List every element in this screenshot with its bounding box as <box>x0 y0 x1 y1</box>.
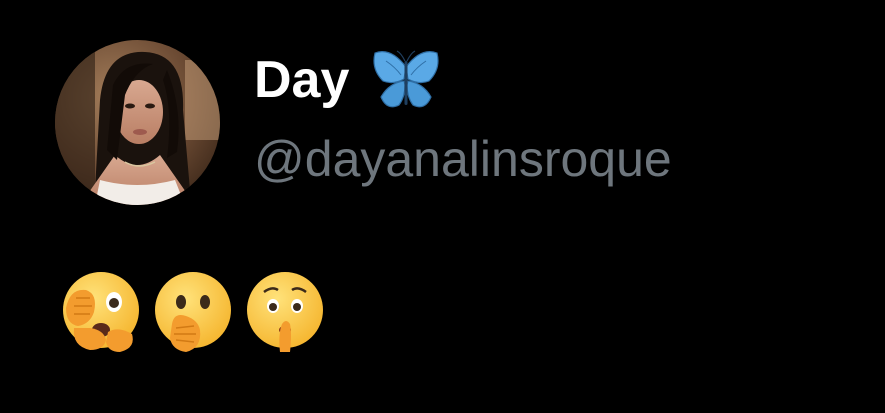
display-name[interactable]: Day <box>254 54 349 106</box>
face-with-open-eyes-and-hand-over-mouth-icon <box>60 268 142 354</box>
avatar-photo <box>55 40 220 205</box>
butterfly-emoji-icon <box>371 47 441 113</box>
shushing-face-icon <box>244 268 326 354</box>
author-name-row[interactable]: Day <box>254 44 441 116</box>
avatar[interactable] <box>55 40 220 205</box>
tweet-text <box>60 268 326 354</box>
face-with-hand-over-mouth-icon <box>152 268 234 354</box>
user-handle[interactable]: @dayanalinsroque <box>254 134 672 184</box>
